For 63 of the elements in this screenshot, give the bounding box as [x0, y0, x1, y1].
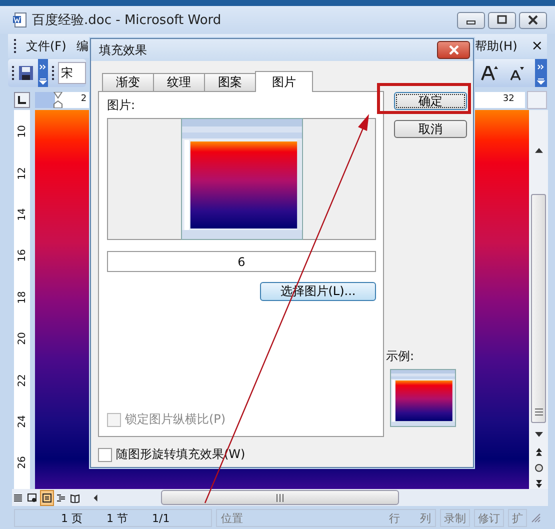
ruler-number: 24 — [16, 415, 28, 428]
tab[interactable]: 纹理 — [153, 73, 205, 91]
ruler-number: 16 — [16, 250, 28, 262]
maximize-button[interactable] — [488, 12, 516, 28]
vertical-scrollbar[interactable] — [529, 110, 548, 489]
scroll-up-icon[interactable] — [534, 146, 544, 154]
ruler-number: 32 — [502, 94, 514, 104]
toolbar-options-icon[interactable] — [38, 59, 48, 87]
ruler-number: 22 — [16, 374, 28, 386]
previous-page-icon[interactable] — [534, 447, 544, 458]
minimize-button[interactable] — [457, 12, 485, 28]
status-text: 行 — [389, 510, 400, 526]
picture-name-field: 6 — [107, 251, 376, 272]
status-text: 位置 — [221, 510, 243, 526]
shrink-font-icon[interactable] — [509, 65, 525, 81]
scroll-down-icon[interactable] — [534, 431, 544, 440]
ruler-margin — [34, 92, 55, 108]
close-icon — [528, 15, 538, 25]
ruler-number: 26 — [16, 456, 28, 470]
dialog-title: 填充效果 — [99, 42, 147, 58]
ruler-number: 12 — [16, 166, 28, 180]
close-document-button[interactable]: × — [531, 38, 543, 54]
ruler-number: 18 — [16, 290, 28, 304]
tab-selector[interactable] — [14, 92, 30, 108]
maximize-icon — [497, 15, 507, 25]
ok-button[interactable]: 确定 — [394, 92, 467, 110]
tab-stop-icon — [18, 96, 26, 104]
picture-label: 图片: — [107, 98, 136, 112]
close-button[interactable] — [519, 12, 547, 28]
scroll-left-icon[interactable] — [92, 492, 99, 502]
ruler-number: 14 — [16, 208, 28, 221]
close-icon — [448, 45, 460, 55]
cancel-button[interactable]: 取消 — [394, 120, 467, 138]
ruler-number: 10 — [16, 125, 28, 138]
scroll-thumb[interactable] — [160, 490, 399, 505]
sample-label: 示例: — [386, 348, 414, 365]
save-icon[interactable] — [18, 65, 34, 81]
toolbar-options-icon[interactable] — [535, 59, 547, 87]
status-text: 列 — [420, 510, 431, 526]
tab[interactable]: 渐变 — [102, 73, 154, 91]
browse-object-icon[interactable] — [534, 463, 544, 474]
indent-marker-icon[interactable] — [52, 92, 63, 108]
status-text: 1/1 — [152, 512, 170, 524]
resize-grip-icon[interactable] — [531, 513, 541, 523]
status-text: 1 页 — [61, 510, 82, 526]
menu-item[interactable]: 帮助(H) — [474, 38, 518, 54]
ruler-number: 2 — [80, 94, 87, 104]
word-document-icon — [12, 12, 28, 28]
close-button[interactable] — [437, 41, 470, 59]
scroll-thumb[interactable] — [531, 194, 546, 424]
checkbox[interactable] — [98, 448, 112, 462]
ruler-number: 20 — [16, 332, 28, 345]
checkbox-label: 锁定图片纵横比(P) — [125, 411, 226, 428]
tab[interactable]: 图案 — [204, 73, 256, 91]
font-field[interactable]: 宋 — [58, 62, 86, 84]
tab[interactable]: 图片 — [255, 71, 313, 92]
window-title: 百度经验.doc - Microsoft Word — [32, 12, 222, 29]
view-button[interactable] — [26, 490, 39, 504]
menu-item[interactable]: 编 — [76, 38, 88, 54]
status-text: 1 节 — [106, 510, 128, 526]
menu-item[interactable]: 文件(F) — [26, 38, 66, 54]
view-button[interactable] — [40, 490, 53, 504]
grow-font-icon[interactable] — [481, 64, 499, 82]
